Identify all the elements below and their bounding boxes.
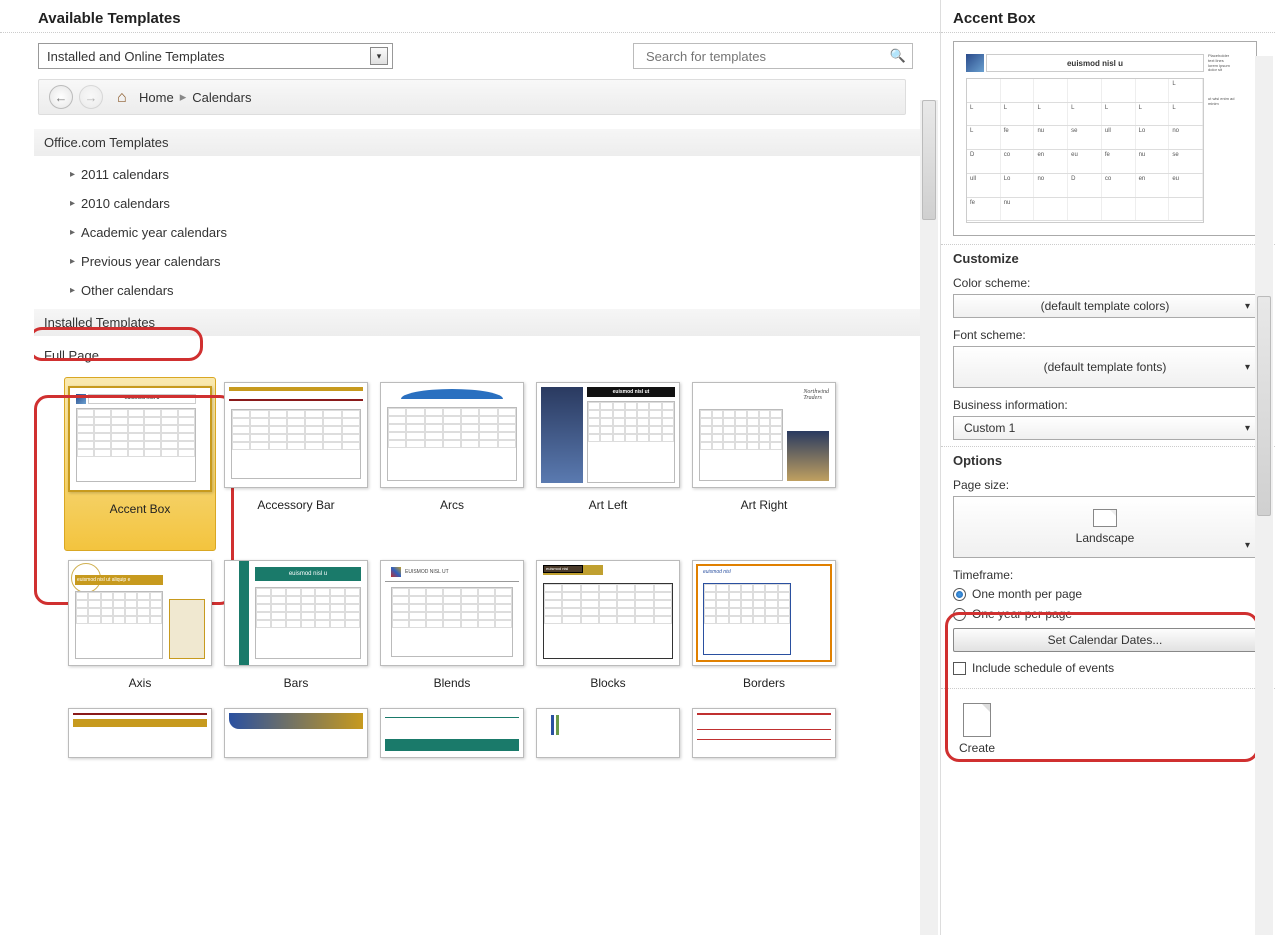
template-row3-5[interactable] [688,703,840,763]
page-size-dropdown[interactable]: Landscape [953,496,1257,558]
template-accessory-bar[interactable]: Accessory Bar [220,377,372,551]
template-art-left[interactable]: euismod nisl ut Art Left [532,377,684,551]
installed-templates-header[interactable]: Installed Templates [34,309,920,336]
template-row3-1[interactable] [64,703,216,763]
chevron-right-icon: ▸ [180,89,187,105]
template-thumb: NorthwindTraders [692,382,836,488]
preview-calendar-grid: L LLLLLLL LfenuseullLono Dcoeneufenuse u… [966,78,1204,223]
template-row3-2[interactable] [220,703,372,763]
template-row3-4[interactable] [532,703,684,763]
templates-pane: Available Templates Installed and Online… [0,0,940,935]
tree-item-2010[interactable]: 2010 calendars [34,189,920,218]
home-icon[interactable] [117,89,133,105]
right-scrollbar[interactable] [1255,56,1273,935]
template-label: Arcs [440,494,464,516]
template-arcs[interactable]: Arcs [376,377,528,551]
template-grid: euismod nisl u Accent Box [34,371,920,803]
template-thumb: euismod nisl [536,560,680,666]
business-info-dropdown[interactable]: Custom 1 [953,416,1257,440]
dropdown-arrow-icon[interactable]: ▾ [370,47,388,65]
template-thumb: euismod nisl ut [536,382,680,488]
color-scheme-label: Color scheme: [941,272,1275,292]
template-label: Blends [434,672,471,694]
template-source-dropdown[interactable]: Installed and Online Templates ▾ [38,43,393,69]
template-source-value: Installed and Online Templates [47,49,225,64]
template-label: Axis [129,672,152,694]
tree-item-2011[interactable]: 2011 calendars [34,160,920,189]
template-thumb: EUISMOD NISL UT [380,560,524,666]
include-events-checkbox[interactable]: Include schedule of events [941,658,1275,678]
color-scheme-dropdown[interactable]: (default template colors) [953,294,1257,318]
template-blends[interactable]: EUISMOD NISL UT Blends [376,555,528,699]
document-icon [963,703,991,737]
available-templates-heading: Available Templates [0,0,940,33]
font-scheme-label: Font scheme: [941,324,1275,344]
create-label: Create [959,741,995,755]
template-borders[interactable]: euismod nisl Borders [688,555,840,699]
details-title: Accent Box [941,0,1275,33]
template-label: Blocks [590,672,625,694]
template-blocks[interactable]: euismod nisl Blocks [532,555,684,699]
checkbox-icon[interactable] [953,662,966,675]
options-heading: Options [941,446,1275,474]
search-input[interactable] [644,48,884,65]
preview-title: euismod nisl u [986,54,1204,72]
template-bars[interactable]: euismod nisl u Bars [220,555,372,699]
tree-item-academic[interactable]: Academic year calendars [34,218,920,247]
breadcrumb-current[interactable]: Calendars [192,90,251,105]
create-zone: Create [941,688,1275,769]
template-label: Accent Box [110,498,171,520]
preview-side-text: Placeholdertext lineslorem ipsumdolor si… [1208,54,1246,223]
radio-one-month[interactable]: One month per page [941,584,1275,604]
radio-month-label: One month per page [972,587,1082,601]
breadcrumb-home[interactable]: Home [139,90,174,105]
template-label: Bars [284,672,309,694]
template-art-right[interactable]: NorthwindTraders Art Right [688,377,840,551]
template-thumb: euismod nisl ut aliquip e [68,560,212,666]
business-info-label: Business information: [941,394,1275,414]
template-axis[interactable]: euismod nisl ut aliquip e Axis [64,555,216,699]
template-label: Accessory Bar [257,494,334,516]
template-thumb: euismod nisl u [224,560,368,666]
search-box[interactable]: 🔍 [633,43,913,69]
template-thumb [380,382,524,488]
template-content: Office.com Templates 2011 calendars 2010… [34,125,920,925]
template-thumb: euismod nisl u [68,386,212,492]
full-page-subheading: Full Page [34,340,920,371]
timeframe-label: Timeframe: [941,564,1275,584]
template-thumb: euismod nisl [692,560,836,666]
create-button[interactable]: Create [953,699,1001,759]
details-pane: Accent Box euismod nisl u L LLLLLLL Lfen… [940,0,1275,935]
font-scheme-dropdown[interactable]: (default template fonts) [953,346,1257,388]
radio-icon[interactable] [953,588,966,601]
search-icon[interactable]: 🔍 [890,48,906,64]
radio-icon[interactable] [953,608,966,621]
include-events-label: Include schedule of events [972,661,1114,675]
template-label: Borders [743,672,785,694]
forward-button[interactable]: → [79,85,103,109]
template-accent-box[interactable]: euismod nisl u Accent Box [64,377,216,551]
scrollbar-thumb[interactable] [1257,296,1271,516]
template-label: Art Right [741,494,788,516]
scrollbar-thumb[interactable] [922,100,936,220]
set-calendar-dates-button[interactable]: Set Calendar Dates... [953,628,1257,652]
back-button[interactable]: ← [49,85,73,109]
top-controls: Installed and Online Templates ▾ 🔍 [0,33,940,79]
breadcrumb-bar: ← → Home ▸ Calendars [38,79,906,115]
tree-item-previous[interactable]: Previous year calendars [34,247,920,276]
page-size-value: Landscape [1076,531,1135,545]
template-row3-3[interactable] [376,703,528,763]
preview-accent-icon [966,54,984,72]
left-scrollbar[interactable] [920,100,938,935]
radio-one-year[interactable]: One year per page [941,604,1275,624]
tree-item-other[interactable]: Other calendars [34,276,920,305]
office-templates-header[interactable]: Office.com Templates [34,129,920,156]
landscape-icon [1093,509,1117,527]
page-size-label: Page size: [941,474,1275,494]
customize-heading: Customize [941,244,1275,272]
radio-year-label: One year per page [972,607,1072,621]
template-thumb [224,382,368,488]
template-label: Art Left [589,494,628,516]
template-preview: euismod nisl u L LLLLLLL LfenuseullLono … [953,41,1257,236]
